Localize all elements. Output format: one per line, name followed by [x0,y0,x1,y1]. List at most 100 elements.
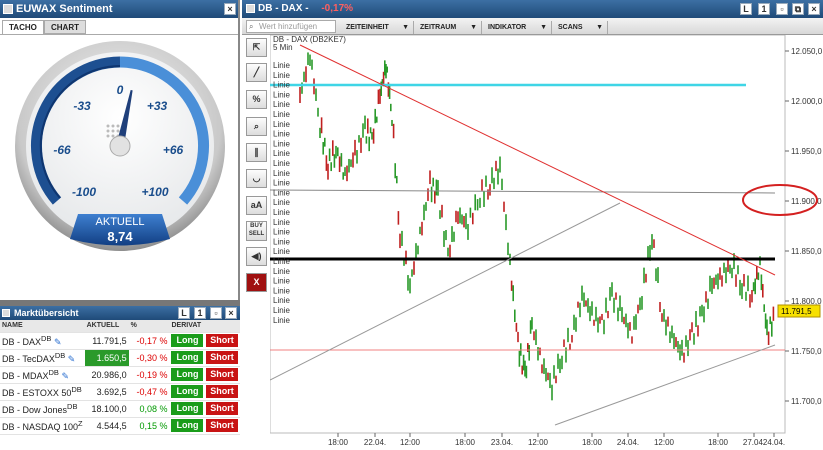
linie-label: Linie [273,188,290,197]
long-button[interactable]: Long [171,334,204,347]
linie-label: Linie [273,237,290,246]
edit-icon[interactable]: ✎ [68,354,76,364]
short-button[interactable]: Short [206,351,238,364]
row-name[interactable]: DB - TecDAXDB ✎ [0,349,85,367]
text-tool-button[interactable]: aA [246,196,267,215]
linie-label: Linie [273,100,290,109]
link-1-icon[interactable]: 1 [758,3,770,15]
row-name[interactable]: DB - DAXDB ✎ [0,332,85,350]
row-pct: 0,08 % [128,400,170,418]
delete-button[interactable]: X [246,273,267,292]
row-value: 1.650,5 [84,349,129,367]
long-button[interactable]: Long [171,419,204,432]
buy-sell-button[interactable]: BUY SELL [246,221,267,241]
window-icon [3,4,13,14]
sentiment-panel: EUWAX Sentiment × TACHO CHART 0 -33 +33 … [0,0,240,300]
cursor-tool-button[interactable]: ⇱ [246,38,267,57]
table-row[interactable]: DB - Dow JonesDB 18.100,0 0,08 % Long Sh… [0,400,240,418]
close-icon[interactable]: × [225,307,237,319]
menu-zeiteinheit[interactable]: ZEITEINHEIT ▼ [340,21,414,34]
y-tick-label: 12.050,0 [791,47,823,56]
x-tick-label: 12:00 [400,438,421,447]
search-icon: ⌕ [249,22,254,31]
zoom-tool-button[interactable]: ⌕ [246,117,267,136]
short-button[interactable]: Short [206,402,238,415]
edit-icon[interactable]: ✎ [54,337,62,347]
x-tick-label: 18:00 [328,438,349,447]
x-tick-label: 22.04. [364,438,386,447]
last-price-label: 11.791,5 [781,307,812,316]
short-button[interactable]: Short [206,334,238,347]
linie-label: Linie [273,296,290,305]
short-button[interactable]: Short [206,385,238,398]
linie-label: Linie [273,149,290,158]
linie-label: Linie [273,316,290,325]
menu-scans[interactable]: SCANS ▼ [552,21,608,34]
linie-label: Linie [273,71,290,80]
long-button[interactable]: Long [171,385,204,398]
linie-label: Linie [273,90,290,99]
table-row[interactable]: DB - ESTOXX 50DB 3.692,5 -0,47 % Long Sh… [0,383,240,401]
price-chart: 12.050,012.000,011.950,011.900,011.850,0… [270,35,823,447]
plot-area [270,35,786,434]
aktuell-label: AKTUELL [96,216,145,228]
chevron-down-icon: ▼ [402,24,409,31]
long-button[interactable]: Long [171,402,204,415]
chevron-down-icon: ▼ [540,24,547,31]
link-l-icon[interactable]: L [178,307,190,319]
y-tick-label: 11.950,0 [791,147,822,156]
close-icon[interactable]: × [808,3,820,15]
menu-indikator[interactable]: INDIKATOR ▼ [482,21,552,34]
tab-tacho[interactable]: TACHO [2,20,44,34]
link-l-icon[interactable]: L [740,3,752,15]
restore-icon[interactable]: ⧉ [792,3,804,15]
x-tick-label: 23.04. [491,438,513,447]
linie-label: Linie [273,110,290,119]
table-row[interactable]: DB - TecDAXDB ✎ 1.650,5 -0,30 % Long Sho… [0,349,240,367]
linie-label: Linie [273,130,290,139]
long-button[interactable]: Long [171,368,204,381]
menu-zeitraum[interactable]: ZEITRAUM ▼ [414,21,482,34]
curve-tool-button[interactable]: ◡ [246,169,267,188]
search-field[interactable]: ⌕ Wert hinzufügen [246,20,336,33]
scale-minus-33: -33 [73,99,91,113]
parallel-tool-button[interactable]: ∥ [246,143,267,162]
linie-label: Linie [273,61,290,70]
row-value: 11.791,5 [84,332,129,350]
table-row[interactable]: DB - NASDAQ 100Z 4.544,5 0,15 % Long Sho… [0,417,240,435]
sentiment-titlebar: EUWAX Sentiment × [0,0,238,18]
linie-label: Linie [273,208,290,217]
row-pct: -0,30 % [128,349,170,367]
percent-tool-button[interactable]: % [246,90,267,109]
maximize-icon[interactable]: ▫ [210,307,222,319]
long-button[interactable]: Long [171,351,204,364]
market-table: NAME AKTUELL % DERIVAT DB - DAXDB ✎ 11.7… [0,320,240,435]
chart-change: -0,17% [321,3,354,14]
tab-chart[interactable]: CHART [44,20,86,34]
link-1-icon[interactable]: 1 [194,307,206,319]
row-pct: -0,17 % [128,332,170,350]
row-pct: 0,15 % [128,417,170,435]
market-title: Marktübersicht [14,308,79,318]
linie-label: Linie [273,198,290,207]
window-icon [2,309,10,317]
linie-label: Linie [273,139,290,148]
linie-legend: LinieLinieLinieLinieLinieLinieLinieLinie… [273,61,290,325]
search-placeholder: Wert hinzufügen [259,22,318,31]
row-name[interactable]: DB - ESTOXX 50DB [0,383,85,401]
row-name[interactable]: DB - MDAXDB ✎ [0,366,85,384]
x-axis: 18:00 22.04. 12:00 18:00 23.04. 12:00 18:00 24.… [328,433,785,447]
scale-plus-100: +100 [141,185,168,199]
maximize-icon[interactable]: ▫ [776,3,788,15]
short-button[interactable]: Short [206,419,238,432]
line-tool-button[interactable]: ╱ [246,63,267,82]
table-row[interactable]: DB - MDAXDB ✎ 20.986,0 -0,19 % Long Shor… [0,366,240,384]
sound-icon[interactable]: ◀) [246,247,267,266]
table-row[interactable]: DB - DAXDB ✎ 11.791,5 -0,17 % Long Short [0,332,240,350]
row-name[interactable]: DB - Dow JonesDB [0,400,85,418]
close-icon[interactable]: × [224,3,236,15]
short-button[interactable]: Short [206,368,238,381]
y-tick-label: 11.850,0 [791,247,822,256]
row-name[interactable]: DB - NASDAQ 100Z [0,417,85,435]
edit-icon[interactable]: ✎ [61,371,69,381]
